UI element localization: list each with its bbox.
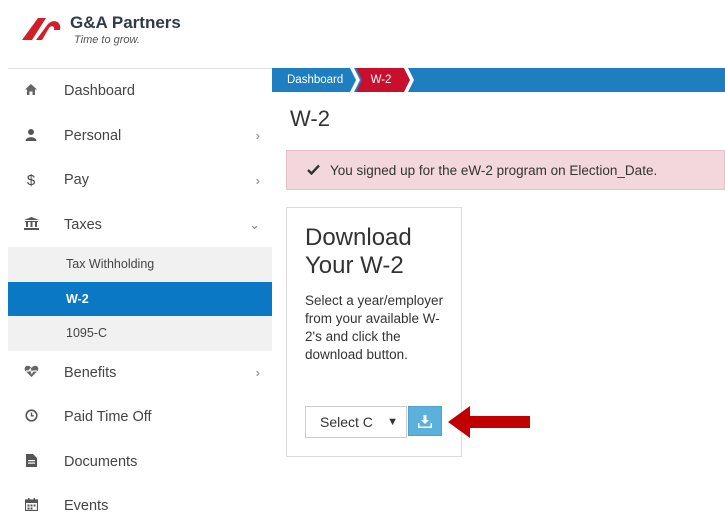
chevron-down-icon: ⌄ (249, 216, 260, 232)
dollar-icon: $ (26, 171, 36, 189)
bank-icon (22, 216, 40, 233)
select-value: Select C (320, 414, 373, 430)
sidebar-subitem-label: W-2 (66, 291, 89, 306)
sidebar-item-label: Personal (64, 127, 122, 144)
sidebar-subitem-w2[interactable]: W-2 (8, 281, 272, 316)
brand-name: G&A Partners (70, 13, 181, 32)
sidebar-item-taxes[interactable]: Taxes ⌄ (8, 203, 272, 248)
sidebar-item-label: Paid Time Off (64, 409, 152, 426)
sidebar-item-paid-time-off[interactable]: Paid Time Off (8, 395, 272, 440)
sidebar-item-label: Dashboard (64, 83, 135, 100)
sidebar-item-benefits[interactable]: Benefits › (8, 351, 272, 396)
sidebar-item-pay[interactable]: $ Pay › (8, 158, 272, 203)
download-w2-card: Download Your W-2 Select a year/employer… (286, 207, 462, 457)
sidebar: Dashboard Personal › $ Pay › Taxes ⌄ Tax… (8, 68, 272, 514)
breadcrumb-item-w2[interactable]: W-2 (358, 68, 404, 92)
success-alert: You signed up for the eW-2 program on El… (286, 150, 725, 190)
brand-tagline: Time to grow. (74, 34, 140, 46)
sidebar-item-label: Taxes (64, 216, 102, 233)
sidebar-item-label: Pay (64, 172, 89, 189)
chevron-right-icon: › (255, 172, 260, 188)
home-icon (22, 83, 40, 99)
calendar-icon (22, 498, 40, 514)
app-header: G&A Partners Time to grow. (0, 0, 725, 68)
year-employer-select[interactable]: Select C ▼ (305, 406, 407, 438)
sidebar-subitem-label: 1095-C (66, 326, 107, 341)
heartbeat-icon (22, 365, 40, 381)
caret-down-icon: ▼ (387, 416, 398, 428)
sidebar-item-label: Events (64, 498, 109, 514)
sidebar-item-dashboard[interactable]: Dashboard (8, 69, 272, 114)
breadcrumb-item-dashboard[interactable]: Dashboard (287, 68, 343, 92)
breadcrumb: Dashboard W-2 (272, 68, 725, 92)
download-button[interactable] (408, 406, 442, 436)
main-content: Dashboard W-2 W-2 You signed up for the … (272, 68, 725, 514)
ga-partners-logo-icon[interactable] (18, 14, 64, 44)
download-icon (418, 414, 432, 428)
sidebar-item-documents[interactable]: Documents (8, 440, 272, 485)
sidebar-subitem-tax-withholding[interactable]: Tax Withholding (8, 247, 272, 282)
document-icon (22, 453, 40, 470)
red-arrow-icon (448, 406, 530, 438)
checkmark-icon (307, 162, 320, 178)
sidebar-item-label: Benefits (64, 364, 117, 381)
sidebar-subitem-label: Tax Withholding (66, 257, 155, 272)
chevron-right-icon: › (255, 128, 260, 144)
sidebar-item-label: Documents (64, 453, 138, 470)
sidebar-item-events[interactable]: Events (8, 484, 272, 514)
user-icon (22, 128, 40, 144)
card-instructions: Select a year/employer from your availab… (305, 293, 444, 362)
chevron-right-icon: › (255, 365, 260, 381)
page-title: W-2 (290, 106, 330, 131)
sidebar-item-personal[interactable]: Personal › (8, 114, 272, 159)
clock-icon (22, 409, 40, 425)
sidebar-subitem-1095c[interactable]: 1095-C (8, 316, 272, 351)
alert-text: You signed up for the eW-2 program on El… (330, 162, 658, 178)
card-title: Download Your W-2 (305, 224, 412, 279)
